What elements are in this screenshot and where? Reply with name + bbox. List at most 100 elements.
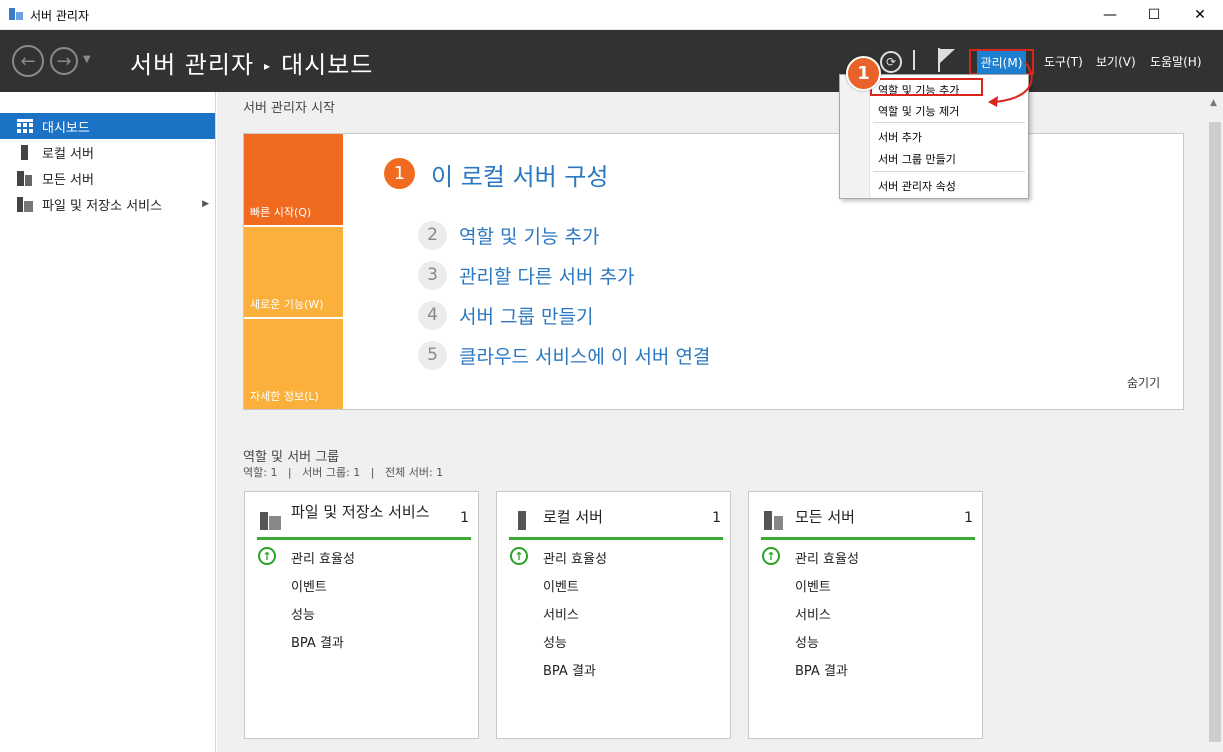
forward-button[interactable]: → <box>50 47 78 75</box>
sidebar-item-all-servers[interactable]: 모든 서버 <box>0 165 215 191</box>
step-item[interactable]: 5 클라우드 서비스에 이 서버 연결 <box>418 340 710 370</box>
scrollbar-thumb[interactable] <box>1209 122 1221 742</box>
welcome-panel: 빠른 시작(Q) 새로운 기능(W) 자세한 정보(L) 1 이 로컬 서버 구… <box>243 133 1184 410</box>
vertical-scrollbar[interactable]: ▲ <box>1207 92 1223 752</box>
window-title: 서버 관리자 <box>30 9 90 23</box>
minimize-icon: — <box>1103 7 1117 23</box>
step-item[interactable]: 2 역할 및 기능 추가 <box>418 220 599 250</box>
menu-remove-roles-features[interactable]: 역할 및 기능 제거 <box>878 103 959 119</box>
tile-label: 새로운 기능(W) <box>250 298 324 311</box>
card-header[interactable]: 모든 서버 1 <box>761 497 975 540</box>
card-row-performance[interactable]: 성능 <box>795 632 819 651</box>
hide-link[interactable]: 숨기기 <box>1127 374 1160 391</box>
close-icon: ✕ <box>1194 7 1206 23</box>
servers-icon <box>764 511 783 530</box>
welcome-section-title: 서버 관리자 시작 <box>243 101 335 116</box>
step-number: 3 <box>418 260 447 290</box>
step-label: 클라우드 서비스에 이 서버 연결 <box>459 345 711 368</box>
card-local-server[interactable]: 로컬 서버 1 ↑ 관리 효율성 이벤트 서비스 성능 BPA 결과 <box>496 491 731 739</box>
maximize-button[interactable]: ☐ <box>1131 0 1177 30</box>
tools-menu[interactable]: 도구(T) <box>1044 53 1083 70</box>
callout-highlight-box <box>870 78 983 96</box>
navigation-sidebar: 대시보드 로컬 서버 모든 서버 파일 및 저장소 서비스 ▶ <box>0 92 216 752</box>
sidebar-item-label: 대시보드 <box>42 120 90 136</box>
card-row-services[interactable]: 서비스 <box>543 604 579 623</box>
scroll-up-icon[interactable]: ▲ <box>1210 98 1217 108</box>
menu-add-server[interactable]: 서버 추가 <box>878 129 922 145</box>
roles-section-title: 역할 및 서버 그룹 <box>243 450 340 465</box>
history-dropdown-icon[interactable]: ▼ <box>83 54 91 65</box>
card-header[interactable]: 파일 및 저장소 서비스 1 <box>257 497 471 540</box>
breadcrumb-app: 서버 관리자 <box>130 51 255 79</box>
window-titlebar: 서버 관리자 — ☐ ✕ <box>0 0 1223 30</box>
header-divider <box>913 50 915 70</box>
tile-label: 자세한 정보(L) <box>250 390 319 403</box>
close-button[interactable]: ✕ <box>1177 0 1223 30</box>
status-ok-icon: ↑ <box>258 547 276 565</box>
card-row-performance[interactable]: 성능 <box>543 632 567 651</box>
tile-learn-more[interactable]: 자세한 정보(L) <box>244 319 343 409</box>
servers-icon <box>16 170 34 186</box>
menu-gutter <box>840 75 870 198</box>
card-row-manageability[interactable]: 관리 효율성 <box>291 548 355 567</box>
card-row-bpa[interactable]: BPA 결과 <box>795 660 848 679</box>
menu-server-manager-properties[interactable]: 서버 관리자 속성 <box>878 178 956 194</box>
sidebar-item-file-storage[interactable]: 파일 및 저장소 서비스 ▶ <box>0 191 215 217</box>
step-label: 역할 및 기능 추가 <box>459 225 600 248</box>
sidebar-item-local-server[interactable]: 로컬 서버 <box>0 139 215 165</box>
back-button[interactable]: ← <box>12 45 44 77</box>
server-icon <box>16 144 34 160</box>
roles-summary: 역할: 1 | 서버 그룹: 1 | 전체 서버: 1 <box>243 466 444 479</box>
card-row-events[interactable]: 이벤트 <box>795 576 831 595</box>
step-item[interactable]: 3 관리할 다른 서버 추가 <box>418 260 634 290</box>
card-file-storage[interactable]: 파일 및 저장소 서비스 1 ↑ 관리 효율성 이벤트 성능 BPA 결과 <box>244 491 479 739</box>
card-row-performance[interactable]: 성능 <box>291 604 315 623</box>
tile-quick-start[interactable]: 빠른 시작(Q) <box>244 134 343 225</box>
breadcrumb-arrow-icon: ▸ <box>264 59 272 73</box>
card-row-manageability[interactable]: 관리 효율성 <box>543 548 607 567</box>
card-all-servers[interactable]: 모든 서버 1 ↑ 관리 효율성 이벤트 서비스 성능 BPA 결과 <box>748 491 983 739</box>
sidebar-item-label: 모든 서버 <box>42 172 94 188</box>
sidebar-item-label: 파일 및 저장소 서비스 <box>42 198 163 214</box>
refresh-icon[interactable]: ⟳ <box>880 51 902 73</box>
card-count: 1 <box>712 510 721 526</box>
card-row-services[interactable]: 서비스 <box>795 604 831 623</box>
menu-separator <box>873 171 1025 172</box>
chevron-right-icon[interactable]: ▶ <box>202 199 209 209</box>
breadcrumb: 서버 관리자 ▸ 대시보드 <box>130 45 373 80</box>
dashboard-icon <box>16 119 34 133</box>
tile-whats-new[interactable]: 새로운 기능(W) <box>244 227 343 317</box>
step-label: 서버 그룹 만들기 <box>459 305 594 328</box>
card-row-manageability[interactable]: 관리 효율성 <box>795 548 859 567</box>
tile-label: 빠른 시작(Q) <box>250 206 312 219</box>
notifications-flag-icon[interactable] <box>937 47 957 73</box>
callout-arrow-icon <box>988 61 1033 107</box>
sidebar-item-dashboard[interactable]: 대시보드 <box>0 113 215 139</box>
step-badge: 1 <box>846 56 881 91</box>
forward-arrow-icon: → <box>56 50 72 72</box>
card-row-events[interactable]: 이벤트 <box>291 576 327 595</box>
file-services-icon <box>260 512 281 530</box>
card-title: 모든 서버 <box>795 508 855 526</box>
back-arrow-icon: ← <box>20 50 36 72</box>
card-count: 1 <box>460 510 469 526</box>
help-menu[interactable]: 도움말(H) <box>1150 53 1202 70</box>
minimize-button[interactable]: — <box>1087 0 1133 30</box>
card-title: 로컬 서버 <box>543 508 603 526</box>
menu-separator <box>873 122 1025 123</box>
step-number: 1 <box>384 158 415 189</box>
card-row-bpa[interactable]: BPA 결과 <box>291 632 344 651</box>
step-label: 관리할 다른 서버 추가 <box>459 265 635 288</box>
step-item[interactable]: 4 서버 그룹 만들기 <box>418 300 593 330</box>
step-number: 4 <box>418 300 447 330</box>
card-row-events[interactable]: 이벤트 <box>543 576 579 595</box>
card-row-bpa[interactable]: BPA 결과 <box>543 660 596 679</box>
menu-create-server-group[interactable]: 서버 그룹 만들기 <box>878 151 956 167</box>
server-manager-app-icon <box>9 8 23 20</box>
card-header[interactable]: 로컬 서버 1 <box>509 497 723 540</box>
view-menu[interactable]: 보기(V) <box>1096 53 1136 70</box>
step-number: 2 <box>418 220 447 250</box>
breadcrumb-page: 대시보드 <box>281 51 374 79</box>
step-configure-local-server[interactable]: 이 로컬 서버 구성 <box>431 157 608 192</box>
status-ok-icon: ↑ <box>762 547 780 565</box>
